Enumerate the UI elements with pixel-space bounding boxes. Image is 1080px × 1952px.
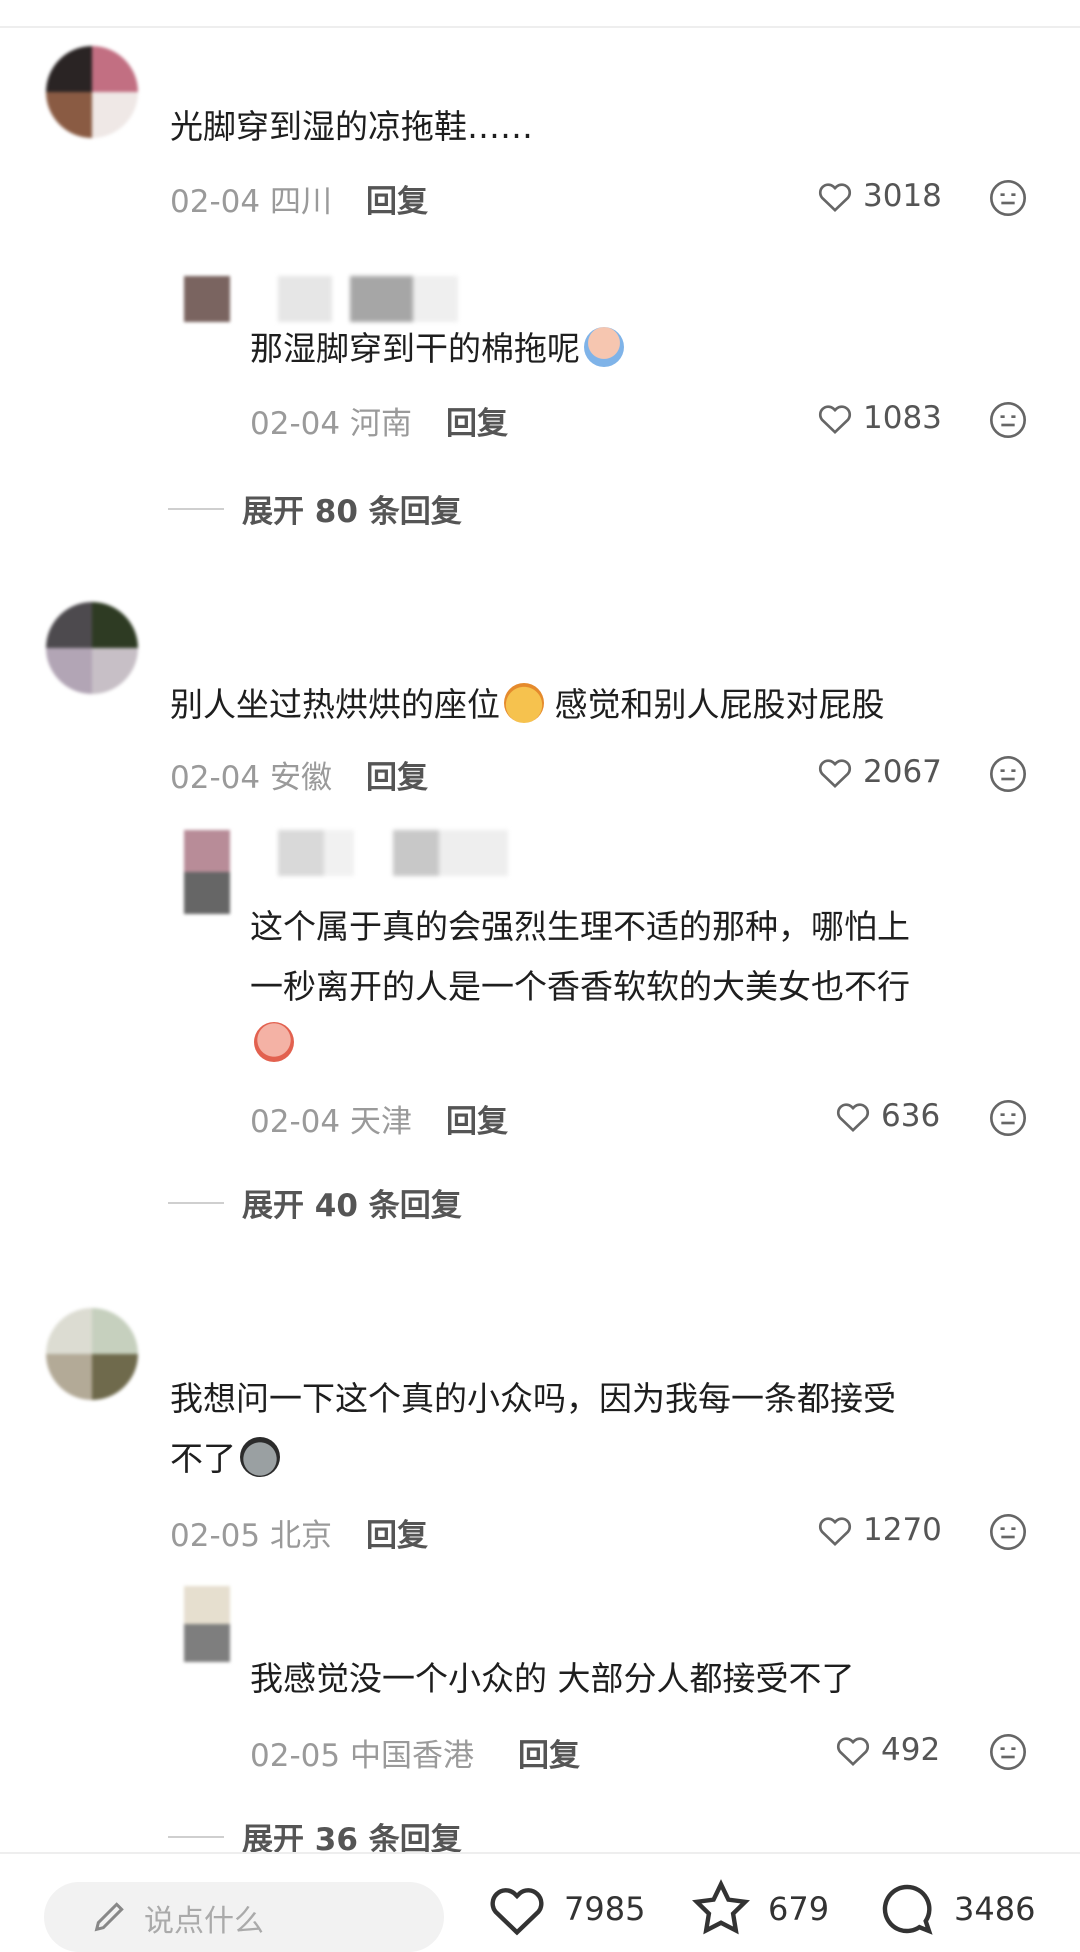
comment-meta: 02-05 北京 (170, 1510, 332, 1555)
dog-emoji-icon (504, 682, 544, 723)
username-blurred (278, 276, 458, 322)
comment-text: 别人坐过热烘烘的座位 感觉和别人屁股对屁股 (170, 674, 885, 736)
dislike-face-icon[interactable] (988, 178, 1028, 218)
dislike-face-icon[interactable] (988, 1732, 1028, 1772)
dislike-face-icon[interactable] (988, 400, 1028, 440)
comment-bubble-icon (882, 1884, 933, 1935)
comment-meta: 02-04 安徽 (170, 752, 332, 797)
comment-text-line: 不了 (170, 1428, 280, 1490)
username-blurred (278, 830, 508, 876)
like-button[interactable]: 2067 (815, 752, 942, 792)
reply-meta: 02-04 河南 (250, 398, 412, 443)
divider-line (168, 1835, 224, 1838)
like-count: 2067 (863, 754, 942, 790)
like-button[interactable]: 492 (833, 1730, 940, 1770)
reply-date: 02-04 (250, 1104, 341, 1140)
reply-location: 天津 (349, 1104, 412, 1140)
favorite-action[interactable]: 679 (688, 1876, 829, 1942)
heart-icon (818, 405, 852, 435)
reply-button[interactable]: 回复 (446, 398, 508, 443)
reply-text: 我感觉没一个小众的 大部分人都接受不了 (250, 1659, 855, 1698)
reply-date: 02-04 (250, 406, 341, 442)
divider-line (168, 1201, 224, 1204)
like-total: 7985 (564, 1890, 646, 1928)
divider-line (168, 507, 224, 510)
expand-label: 展开 80 条回复 (242, 494, 462, 530)
reply-location: 河南 (349, 406, 412, 442)
comment-text: 光脚穿到湿的凉拖鞋…… (170, 107, 533, 146)
comment-input-placeholder: 说点什么 (144, 1904, 264, 1939)
heart-icon (490, 1888, 544, 1936)
heart-icon (818, 1517, 852, 1547)
like-button[interactable]: 1270 (815, 1510, 942, 1550)
reply-text: 那湿脚穿到干的棉拖呢 (250, 318, 624, 380)
reply-date: 02-05 (250, 1738, 341, 1774)
star-icon (692, 1879, 750, 1935)
dislike-face-icon[interactable] (988, 1098, 1028, 1138)
pencil-icon (94, 1902, 124, 1932)
expand-replies-button[interactable]: 展开 80 条回复 (168, 486, 462, 531)
comment-text-line: 我想问一下这个真的小众吗，因为我每一条都接受 (170, 1379, 896, 1418)
expand-replies-button[interactable]: 展开 40 条回复 (168, 1180, 462, 1225)
expand-label: 展开 40 条回复 (242, 1188, 462, 1224)
avatar[interactable] (184, 830, 230, 914)
heart-icon (818, 759, 852, 789)
avatar[interactable] (184, 1586, 230, 1662)
avatar[interactable] (46, 602, 138, 694)
heart-icon (818, 183, 852, 213)
reply-button[interactable]: 回复 (366, 176, 428, 221)
like-count: 3018 (863, 178, 942, 214)
like-action[interactable]: 7985 (484, 1876, 645, 1942)
reply-meta: 02-05 中国香港 (250, 1730, 474, 1775)
avatar[interactable] (46, 46, 138, 138)
comment-date: 02-04 (170, 760, 261, 796)
like-button[interactable]: 3018 (815, 176, 942, 216)
comment-input[interactable]: 说点什么 (44, 1882, 444, 1952)
reply-button[interactable]: 回复 (446, 1096, 508, 1141)
comment-meta: 02-04 四川 (170, 176, 332, 221)
dislike-face-icon[interactable] (988, 754, 1028, 794)
comment-location: 北京 (269, 1518, 332, 1554)
bottom-action-bar: 说点什么 7985 679 3486 (0, 1852, 1080, 1952)
like-button[interactable]: 1083 (815, 398, 942, 438)
comment-date: 02-04 (170, 184, 261, 220)
avatar[interactable] (46, 1308, 138, 1400)
heart-icon (836, 1737, 870, 1767)
avatar[interactable] (184, 276, 230, 322)
reply-button[interactable]: 回复 (518, 1730, 580, 1775)
crying-emoji-icon (584, 326, 624, 367)
like-count: 1270 (863, 1512, 942, 1548)
like-count: 1083 (863, 400, 942, 436)
heart-icon (836, 1103, 870, 1133)
reply-text-line: 一秒离开的人是一个香香软软的大美女也不行 (250, 967, 910, 1006)
reply-meta: 02-04 天津 (250, 1096, 412, 1141)
cat-emoji-icon (240, 1436, 280, 1477)
sad-emoji-icon (254, 1022, 294, 1062)
reply-button[interactable]: 回复 (366, 752, 428, 797)
reply-text-line: 这个属于真的会强烈生理不适的那种，哪怕上 (250, 907, 910, 946)
top-divider (0, 26, 1080, 28)
comment-total: 3486 (954, 1890, 1036, 1928)
favorite-total: 679 (768, 1890, 830, 1928)
reply-location: 中国香港 (349, 1738, 474, 1774)
like-count: 636 (881, 1098, 941, 1134)
like-button[interactable]: 636 (833, 1096, 940, 1136)
comment-location: 四川 (269, 184, 332, 220)
comment-action[interactable]: 3486 (874, 1876, 1035, 1942)
like-count: 492 (881, 1732, 941, 1768)
comment-location: 安徽 (269, 760, 332, 796)
dislike-face-icon[interactable] (988, 1512, 1028, 1552)
reply-button[interactable]: 回复 (366, 1510, 428, 1555)
comment-date: 02-05 (170, 1518, 261, 1554)
